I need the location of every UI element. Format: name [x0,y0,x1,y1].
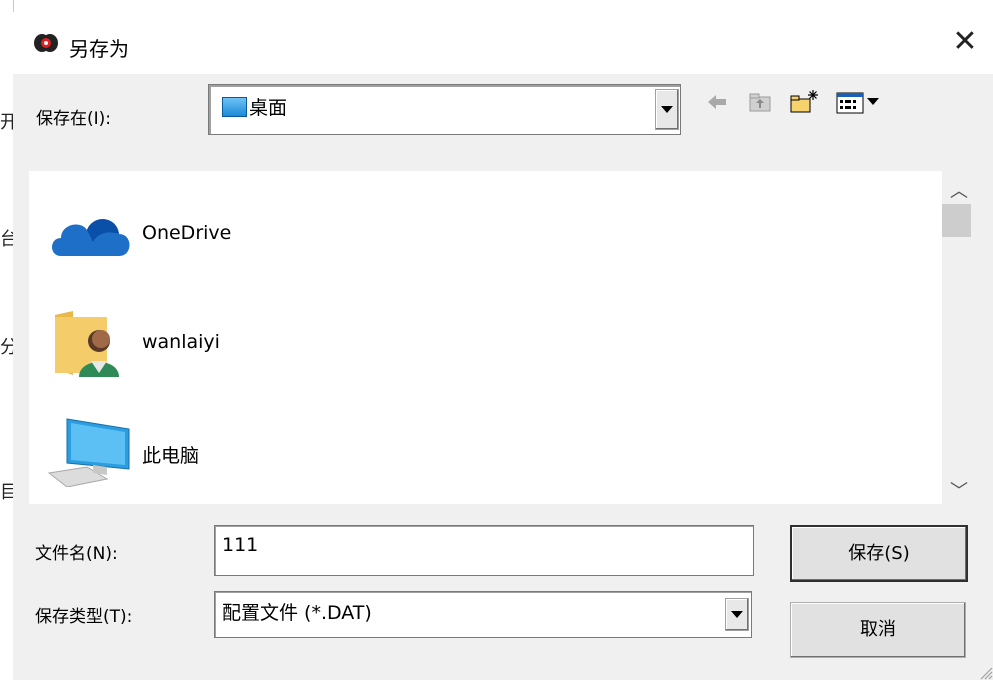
new-folder-icon[interactable] [789,88,819,116]
save-in-label: 保存在(I): [36,109,112,129]
cancel-button[interactable]: 取消 [790,602,966,658]
scroll-up-icon[interactable]: ︿ [950,177,968,203]
file-name-label: 文件名(N): [35,544,118,564]
onedrive-cloud-icon [52,219,130,256]
scrollbar-thumb[interactable] [942,204,971,237]
dialog-title: 另存为 [69,37,129,61]
list-item-label: 此电脑 [142,445,200,467]
file-type-value: 配置文件 (*.DAT) [222,602,372,624]
app-icon [34,34,58,52]
save-in-dropdown-button[interactable] [655,89,679,130]
file-list-scrollbar[interactable]: ︿ ﹀ [942,171,973,504]
desktop-folder-icon [222,97,247,117]
list-item[interactable]: wanlaiyi [29,297,929,387]
chevron-down-icon [661,106,673,113]
list-item-label: wanlaiyi [142,331,220,353]
save-button[interactable]: 保存(S) [790,525,968,582]
back-arrow-icon[interactable] [706,88,728,116]
file-name-value: 111 [222,534,259,556]
close-button[interactable]: ✕ [943,20,987,64]
title-bar[interactable]: 另存为 ✕ [13,12,993,74]
view-menu-icon[interactable] [835,88,893,116]
file-type-dropdown-button[interactable] [725,598,749,631]
scroll-down-icon[interactable]: ﹀ [950,477,968,503]
list-item[interactable]: OneDrive [29,188,929,278]
save-as-dialog: 另存为 ✕ 保存在(I): 桌面 OneDrive wanlaiyi 此电脑 ︿… [13,12,993,680]
save-in-dropdown[interactable]: 桌面 [208,84,681,135]
resize-grip-icon[interactable] [977,664,993,680]
background-window-strip: 开 台 分 目 [0,0,18,680]
up-folder-icon[interactable] [748,88,772,116]
user-folder-icon [55,311,119,377]
chevron-down-icon [731,611,743,618]
file-type-label: 保存类型(T): [35,607,133,627]
file-name-input[interactable]: 111 [214,525,754,576]
list-item[interactable]: 此电脑 [29,407,929,497]
save-in-value: 桌面 [249,97,288,119]
file-type-dropdown[interactable]: 配置文件 (*.DAT) [214,591,752,638]
file-list[interactable]: OneDrive wanlaiyi 此电脑 [29,171,942,504]
computer-icon [47,418,130,487]
list-item-label: OneDrive [142,222,232,244]
